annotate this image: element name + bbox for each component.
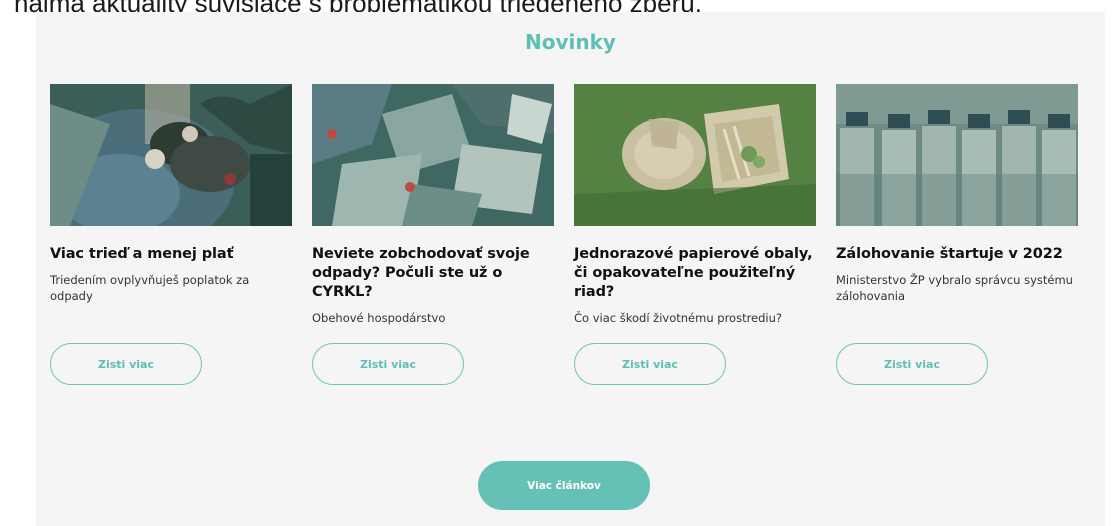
card-3-more-button[interactable]: Zisti viac — [574, 343, 726, 385]
news-card-subtitle: Ministerstvo ŽP vybralo správcu systému … — [836, 273, 1073, 303]
news-section: Novinky Viac trieď a menej plať Triedení… — [36, 12, 1105, 526]
news-card-subtitle: Čo viac škodí životnému prostrediu? — [574, 311, 783, 325]
news-image-plastic-bottles[interactable] — [836, 84, 1078, 226]
card-2-more-button[interactable]: Zisti viac — [312, 343, 464, 385]
news-card: Neviete zobchodovať svoje odpady? Počuli… — [312, 84, 554, 326]
news-card-title[interactable]: Zálohovanie štartuje v 2022 — [836, 245, 1078, 264]
news-card: Viac trieď a menej plať Triedením ovplyv… — [50, 84, 292, 304]
news-card-title[interactable]: Jednorazové papierové obaly, či opakovat… — [574, 245, 816, 302]
news-image-paper-plates[interactable] — [574, 84, 816, 226]
news-image-plastic-waste[interactable] — [312, 84, 554, 226]
card-1-more-button[interactable]: Zisti viac — [50, 343, 202, 385]
section-title: Novinky — [525, 30, 616, 54]
card-4-more-button[interactable]: Zisti viac — [836, 343, 988, 385]
more-articles-button[interactable]: Viac článkov — [478, 461, 650, 510]
news-image-trash-bag[interactable] — [50, 84, 292, 226]
news-card-title[interactable]: Viac trieď a menej plať — [50, 245, 292, 264]
news-card-title[interactable]: Neviete zobchodovať svoje odpady? Počuli… — [312, 245, 554, 302]
news-card-subtitle: Obehové hospodárstvo — [312, 311, 446, 325]
news-card: Zálohovanie štartuje v 2022 Ministerstvo… — [836, 84, 1078, 304]
news-card-subtitle: Triedením ovplyvňuješ poplatok za odpady — [50, 273, 250, 303]
news-card: Jednorazové papierové obaly, či opakovat… — [574, 84, 816, 326]
